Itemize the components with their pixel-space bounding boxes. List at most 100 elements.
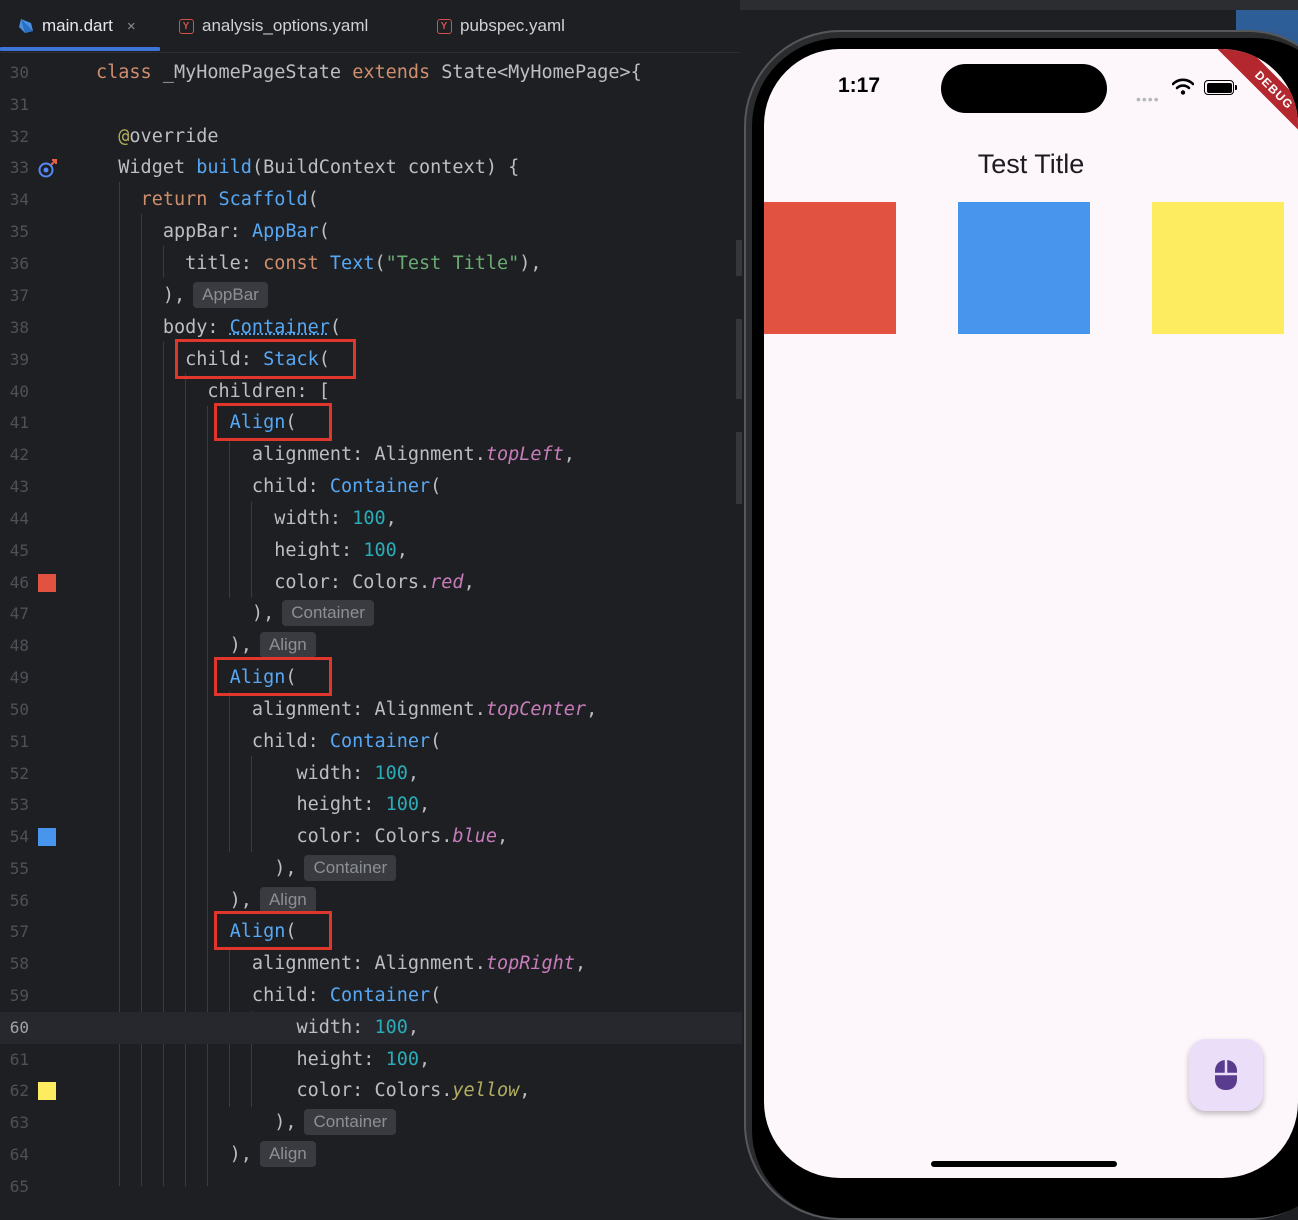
code-line[interactable]: 32 @override xyxy=(0,121,742,153)
tab-label: analysis_options.yaml xyxy=(202,16,369,35)
gutter-color-swatch-yellow[interactable] xyxy=(38,1082,56,1100)
line-number: 51 xyxy=(9,732,29,751)
code-line[interactable]: 46 color: Colors.red, xyxy=(0,567,742,599)
code-text: ), Container xyxy=(96,853,397,885)
code-line[interactable]: 56 ), Align xyxy=(0,885,742,917)
battery-cap xyxy=(1235,85,1237,90)
code-line[interactable]: 65 xyxy=(0,1171,742,1203)
code-text: ), AppBar xyxy=(96,280,268,312)
battery-icon xyxy=(1204,80,1234,95)
code-line[interactable]: 33 Widget build(BuildContext context) { xyxy=(0,152,742,184)
code-line[interactable]: 62 color: Colors.yellow, xyxy=(0,1075,742,1107)
line-number: 34 xyxy=(9,190,29,209)
code-text: ), Container xyxy=(96,1107,397,1139)
code-line[interactable]: 61 height: 100, xyxy=(0,1044,742,1076)
closing-label-hint: Container xyxy=(304,1109,397,1135)
wifi-icon xyxy=(1172,78,1194,95)
line-number: 35 xyxy=(9,222,29,241)
code-line[interactable]: 44 width: 100, xyxy=(0,503,742,535)
code-line[interactable]: 50 alignment: Alignment.topCenter, xyxy=(0,694,742,726)
code-line[interactable]: 48 ), Align xyxy=(0,630,742,662)
app-bar-title: Test Title xyxy=(977,149,1085,179)
phone-screen[interactable]: 1:17 •••• DEBUG Test Title xyxy=(764,49,1298,1178)
code-line[interactable]: 38 body: Container( xyxy=(0,312,742,344)
code-text: alignment: Alignment.topRight, xyxy=(96,953,587,974)
yaml-file-icon: Y xyxy=(436,18,452,34)
blue-container xyxy=(958,202,1090,334)
tab-analysis-options-yaml[interactable]: Y analysis_options.yaml xyxy=(178,0,368,52)
code-line[interactable]: 31 xyxy=(0,89,742,121)
closing-label-hint: Container xyxy=(304,855,397,881)
code-line[interactable]: 55 ), Container xyxy=(0,853,742,885)
code-line[interactable]: 41 Align( xyxy=(0,407,742,439)
line-number: 39 xyxy=(9,350,29,369)
code-line[interactable]: 39 child: Stack( xyxy=(0,344,742,376)
line-number: 30 xyxy=(9,63,29,82)
code-line[interactable]: 30 class _MyHomePageState extends State<M… xyxy=(0,57,742,89)
floating-action-button[interactable] xyxy=(1189,1039,1263,1111)
gutter-color-swatch-red[interactable] xyxy=(38,574,56,592)
code-line-current[interactable]: 60 width: 100, xyxy=(0,1012,742,1044)
line-number: 57 xyxy=(9,922,29,941)
code-line[interactable]: 35 appBar: AppBar( xyxy=(0,216,742,248)
override-icon[interactable] xyxy=(37,157,59,179)
code-line[interactable]: 43 child: Container( xyxy=(0,471,742,503)
code-line[interactable]: 42 alignment: Alignment.topLeft, xyxy=(0,439,742,471)
code-line[interactable]: 53 height: 100, xyxy=(0,789,742,821)
signal-dots-icon: •••• xyxy=(1136,91,1160,107)
closing-label-hint: AppBar xyxy=(193,282,268,308)
code-line[interactable]: 52 width: 100, xyxy=(0,758,742,790)
highlight-box-align xyxy=(214,403,332,441)
line-number: 45 xyxy=(9,541,29,560)
code-line[interactable]: 64 ), Align xyxy=(0,1139,742,1171)
close-tab-icon[interactable]: × xyxy=(127,18,136,35)
code-line[interactable]: 40 children: [ xyxy=(0,376,742,408)
code-line[interactable]: 57 Align( xyxy=(0,916,742,948)
code-line[interactable]: 63 ), Container xyxy=(0,1107,742,1139)
code-text: ), Container xyxy=(96,598,374,630)
line-number: 64 xyxy=(9,1145,29,1164)
tab-main-dart[interactable]: main.dart × xyxy=(18,0,136,52)
code-line[interactable]: 34 return Scaffold( xyxy=(0,184,742,216)
code-line[interactable]: 36 title: const Text("Test Title"), xyxy=(0,248,742,280)
highlight-box-align xyxy=(214,657,332,696)
line-number: 40 xyxy=(9,382,29,401)
closing-label-hint: Align xyxy=(259,887,316,913)
code-text: height: 100, xyxy=(96,540,408,561)
code-line[interactable]: 51 child: Container( xyxy=(0,726,742,758)
editor-tab-bar: main.dart × Y analysis_options.yaml Y pu… xyxy=(0,0,740,53)
code-line[interactable]: 59 child: Container( xyxy=(0,980,742,1012)
code-text: Widget build(BuildContext context) { xyxy=(96,157,520,178)
tab-pubspec-yaml[interactable]: Y pubspec.yaml xyxy=(436,0,565,52)
dynamic-island xyxy=(941,64,1107,113)
code-line[interactable]: 49 Align( xyxy=(0,662,742,694)
code-text: child: Container( xyxy=(96,985,442,1006)
line-number: 60 xyxy=(9,1018,29,1037)
line-number: 55 xyxy=(9,859,29,878)
code-line[interactable]: 37 ), AppBar xyxy=(0,280,742,312)
line-number: 33 xyxy=(9,158,29,177)
line-number: 52 xyxy=(9,764,29,783)
closing-label-hint: Align xyxy=(259,1141,316,1167)
code-line[interactable]: 54 color: Colors.blue, xyxy=(0,821,742,853)
line-number: 50 xyxy=(9,700,29,719)
highlight-box-align xyxy=(214,911,332,950)
active-tab-indicator xyxy=(0,47,160,51)
code-editor[interactable]: 30 class _MyHomePageState extends State<M… xyxy=(0,57,742,1196)
code-line[interactable]: 47 ), Container xyxy=(0,598,742,630)
closing-label-hint: Container xyxy=(282,600,374,626)
line-number: 58 xyxy=(9,954,29,973)
tab-label: main.dart xyxy=(42,16,113,35)
line-number: 59 xyxy=(9,986,29,1005)
home-indicator[interactable] xyxy=(931,1161,1117,1167)
code-text: alignment: Alignment.topLeft, xyxy=(96,444,575,465)
yellow-container xyxy=(1152,202,1284,334)
code-text: width: 100, xyxy=(96,1017,420,1038)
line-number: 46 xyxy=(9,573,29,592)
line-number: 37 xyxy=(9,286,29,305)
line-number: 63 xyxy=(9,1113,29,1132)
code-line[interactable]: 58 alignment: Alignment.topRight, xyxy=(0,948,742,980)
gutter-color-swatch-blue[interactable] xyxy=(38,828,56,846)
code-line[interactable]: 45 height: 100, xyxy=(0,535,742,567)
line-number: 32 xyxy=(9,127,29,146)
